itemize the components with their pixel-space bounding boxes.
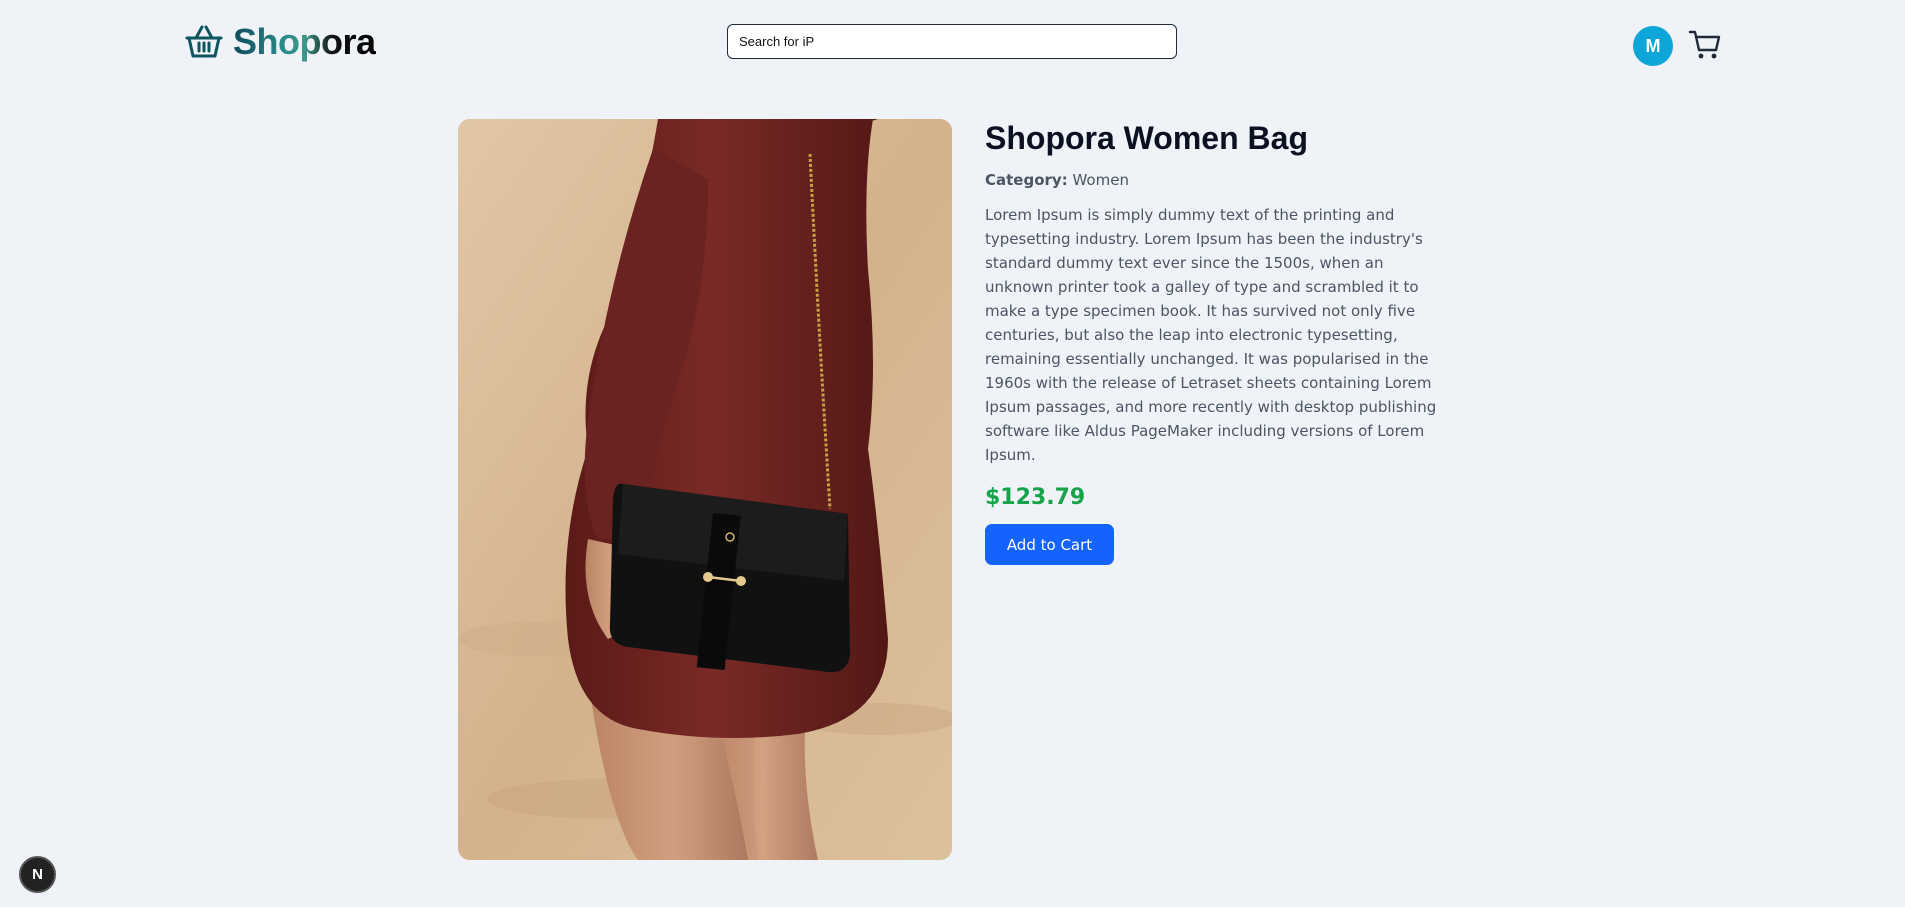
product-description: Lorem Ipsum is simply dummy text of the … [985,206,1437,464]
product-details: Shopora Women Bag Category: Women Lorem … [985,118,1445,565]
product-category: Category: Women [985,171,1445,189]
category-label: Category: [985,171,1068,189]
cart-icon [1688,30,1721,59]
product-price: $123.79 [985,485,1086,510]
user-avatar[interactable]: M [1633,26,1673,66]
product-title: Shopora Women Bag [985,120,1308,156]
logo-text: Shopora [233,21,376,62]
dev-tools-badge[interactable]: N [19,856,56,893]
category-value: Women [1072,171,1129,189]
cart-button[interactable] [1688,28,1722,62]
product-photo [458,119,952,860]
logo-link[interactable]: Shopora [185,22,376,62]
add-to-cart-button[interactable]: Add to Cart [985,524,1114,565]
site-header: Shopora M [0,0,1905,90]
basket-icon [185,25,223,58]
product-image [458,119,952,860]
search-input[interactable] [727,24,1177,59]
